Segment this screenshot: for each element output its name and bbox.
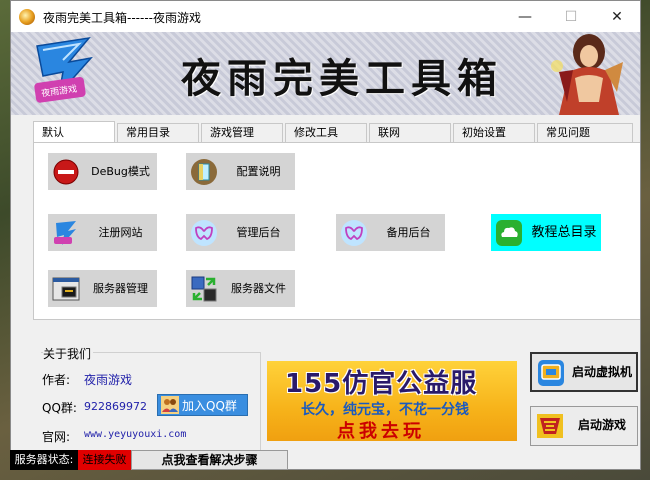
banner-title: 夜雨完美工具箱 xyxy=(181,55,503,102)
tab-bar: 默认 常用目录 游戏管理 修改工具 联网 初始设置 常见问题 xyxy=(33,121,633,143)
brand-logo-icon: 夜雨游戏 xyxy=(34,36,94,103)
author-label: 作者: xyxy=(42,373,71,387)
app-icon xyxy=(19,9,35,25)
title-bar[interactable]: 夜雨完美工具箱------夜雨游戏 — ☐ ✕ xyxy=(11,1,640,32)
backup-admin-label: 备用后台 xyxy=(386,226,431,239)
config-guide-label: 配置说明 xyxy=(236,165,281,178)
server-manage-label: 服务器管理 xyxy=(93,282,148,295)
debug-mode-button[interactable]: DeBug模式 xyxy=(48,153,157,190)
server-window-icon xyxy=(52,277,80,301)
server-files-label: 服务器文件 xyxy=(231,282,286,295)
mask-icon xyxy=(341,220,367,246)
config-guide-button[interactable]: 配置说明 xyxy=(186,153,295,190)
start-vm-label: 启动虚拟机 xyxy=(571,365,632,379)
server-status-value: 连接失败 xyxy=(78,450,131,470)
start-vm-button[interactable]: 启动虚拟机 xyxy=(530,352,638,392)
register-site-label: 注册网站 xyxy=(98,226,143,239)
promo-ad-banner[interactable]: 155仿官公益服 长久，纯元宝，不花一分钱 点我去玩 xyxy=(267,361,517,441)
character-figure-icon xyxy=(551,34,623,115)
tab-common-dirs[interactable]: 常用目录 xyxy=(117,123,199,143)
author-value: 夜雨游戏 xyxy=(84,373,133,387)
window-title: 夜雨完美工具箱------夜雨游戏 xyxy=(43,11,201,25)
network-transfer-icon xyxy=(191,276,217,302)
server-files-button[interactable]: 服务器文件 xyxy=(186,270,295,307)
tab-network[interactable]: 联网 xyxy=(369,123,451,143)
minimize-button[interactable]: — xyxy=(502,1,548,32)
tab-initial-settings[interactable]: 初始设置 xyxy=(453,123,535,143)
admin-panel-label: 管理后台 xyxy=(236,226,281,239)
tab-game-manage[interactable]: 游戏管理 xyxy=(201,123,283,143)
server-status-label: 服务器状态: xyxy=(10,450,78,470)
register-site-button[interactable]: 注册网站 xyxy=(48,214,157,251)
stop-sign-icon xyxy=(53,159,79,185)
tutorial-index-button[interactable]: 教程总目录 xyxy=(491,214,601,251)
backup-admin-button[interactable]: 备用后台 xyxy=(336,214,445,251)
document-icon xyxy=(191,159,217,185)
people-icon xyxy=(161,396,179,414)
app-window: 夜雨完美工具箱------夜雨游戏 — ☐ ✕ 夜雨游戏 夜雨完美工具箱 默认 … xyxy=(10,0,641,470)
debug-mode-label: DeBug模式 xyxy=(91,165,150,178)
maximize-button[interactable]: ☐ xyxy=(548,1,594,32)
header-banner: 夜雨游戏 夜雨完美工具箱 xyxy=(11,32,640,115)
qq-value[interactable]: 922869972 xyxy=(84,400,147,413)
join-qq-group-label: 加入QQ群 xyxy=(182,398,237,413)
register-logo-icon xyxy=(54,221,76,245)
site-label: 官网: xyxy=(42,430,71,444)
promo-cta: 点我去玩 xyxy=(337,421,425,441)
tab-modify-tools[interactable]: 修改工具 xyxy=(285,123,367,143)
about-title: 关于我们 xyxy=(43,345,94,362)
promo-subtitle: 长久，纯元宝，不花一分钱 xyxy=(301,402,469,418)
promo-title: 155仿官公益服 xyxy=(285,369,478,399)
start-game-button[interactable]: 启动游戏 xyxy=(530,406,638,446)
view-solution-button[interactable]: 点我查看解决步骤 xyxy=(131,450,288,470)
qq-label: QQ群: xyxy=(42,401,77,415)
join-qq-group-button[interactable]: 加入QQ群 xyxy=(157,394,248,416)
mask-icon xyxy=(191,220,217,246)
tutorial-index-label: 教程总目录 xyxy=(531,225,597,240)
site-link[interactable]: www.yeyuyouxi.com xyxy=(84,429,186,440)
vm-monitor-icon xyxy=(538,360,564,386)
admin-panel-button[interactable]: 管理后台 xyxy=(186,214,295,251)
game-logo-icon xyxy=(537,414,563,438)
cloud-icon xyxy=(496,220,522,246)
server-manage-button[interactable]: 服务器管理 xyxy=(48,270,157,307)
tab-default[interactable]: 默认 xyxy=(33,121,115,142)
close-button[interactable]: ✕ xyxy=(594,1,640,32)
start-game-label: 启动游戏 xyxy=(577,418,626,432)
tab-faq[interactable]: 常见问题 xyxy=(537,123,633,143)
